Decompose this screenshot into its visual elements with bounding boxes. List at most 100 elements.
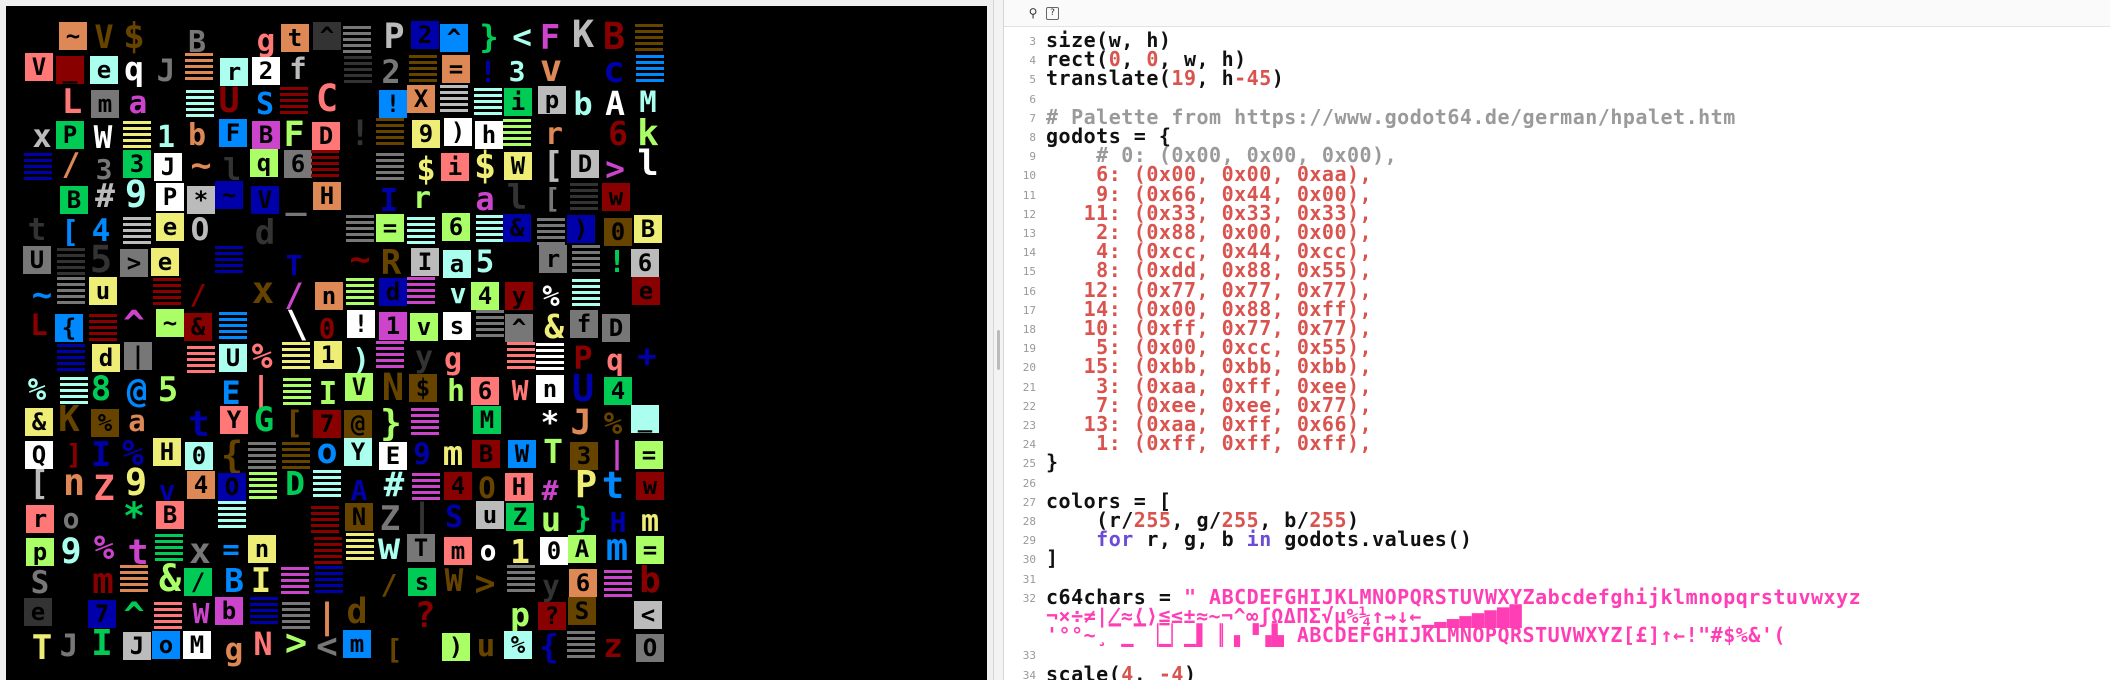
mosaic-stripe	[635, 48, 663, 51]
splitter-grip[interactable]	[997, 330, 1000, 370]
help-icon[interactable]: ?	[1046, 7, 1059, 20]
mosaic-glyph: B	[224, 561, 244, 600]
pane-splitter[interactable]	[993, 0, 1004, 680]
mosaic-stripe	[567, 643, 595, 646]
mosaic-stripe	[440, 85, 468, 88]
mosaic-stripe	[536, 349, 564, 352]
mosaic-glyph: O	[191, 212, 210, 248]
mosaic-glyph: o	[63, 502, 80, 535]
mosaic-glyph: o	[316, 432, 337, 472]
line-number-gutter: 3 4 5 6 7 8 9 10 11 12 13 14 15 16 17 18 19 20 21 22 23 24 25 2…	[1004, 26, 1042, 682]
render-canvas[interactable]: ~ V $ Bg t ^ P 2 ^} < F K B V _ e q Jr 2 f 2 =! 3 v c Lm a U S C! Xi p b…	[6, 6, 987, 680]
mosaic-stripe	[249, 496, 277, 499]
mosaic-stripe	[219, 336, 247, 339]
mosaic-glyph: g	[225, 632, 244, 668]
mosaic-stripe	[281, 591, 309, 594]
mosaic-stripe	[376, 177, 404, 180]
mosaic-stripe	[376, 124, 404, 127]
line-number: 26	[1022, 476, 1036, 490]
mosaic-glyph: x	[32, 117, 51, 155]
mosaic-glyph: 5	[90, 238, 112, 281]
mosaic-glyph: @	[351, 410, 365, 438]
mosaic-stripe	[219, 324, 247, 327]
mosaic-glyph: h	[447, 374, 465, 409]
mosaic-glyph: W	[94, 120, 113, 156]
mosaic-stripe	[636, 55, 664, 58]
mosaic-stripe	[346, 296, 374, 299]
mosaic-glyph: z	[603, 626, 623, 665]
mosaic-stripe	[315, 572, 343, 575]
mosaic-stripe	[60, 389, 88, 392]
mosaic-stripe	[536, 367, 564, 370]
mosaic-glyph: u	[477, 628, 496, 664]
mosaic-glyph: !	[608, 245, 626, 280]
mosaic-glyph: d	[255, 213, 275, 253]
mosaic-glyph: L	[30, 308, 47, 342]
mosaic-glyph: Z	[93, 469, 114, 509]
mosaic-stripe	[344, 56, 372, 59]
mosaic-stripe	[572, 257, 600, 260]
mosaic-stripe	[57, 248, 85, 251]
mosaic-stripe	[123, 223, 151, 226]
mosaic-glyph: ~	[222, 181, 236, 209]
mosaic-glyph: |	[411, 497, 432, 537]
mosaic-stripe	[507, 354, 535, 357]
mosaic-glyph: F	[226, 119, 240, 147]
mosaic-stripe	[282, 342, 310, 345]
mosaic-glyph: ~	[349, 240, 370, 280]
mosaic-stripe	[346, 539, 374, 542]
mosaic-stripe	[185, 65, 213, 68]
mosaic-stripe	[185, 53, 213, 56]
code-token: -45	[1234, 66, 1272, 91]
mosaic-stripe	[24, 159, 52, 162]
mosaic-glyph: ^	[512, 314, 526, 342]
mosaic-stripe	[507, 583, 535, 586]
mosaic-glyph: I	[91, 623, 113, 664]
mosaic-stripe	[123, 235, 151, 238]
mosaic-glyph: A	[575, 535, 590, 563]
mosaic-stripe	[636, 79, 664, 82]
mosaic-glyph: }	[380, 403, 402, 444]
mosaic-glyph: n	[322, 282, 336, 310]
mosaic-glyph: &	[159, 557, 182, 600]
mosaic-glyph: 6	[608, 114, 628, 153]
mosaic-stripe	[311, 162, 339, 165]
mosaic-glyph: d	[386, 278, 400, 306]
mosaic-stripe	[636, 73, 664, 76]
mosaic-stripe	[344, 74, 372, 77]
code-line: scale(4, -4)	[1046, 664, 1197, 680]
mosaic-stripe	[282, 348, 310, 351]
mosaic-stripe	[503, 125, 531, 128]
mosaic-glyph: _	[638, 405, 653, 433]
mosaic-glyph: B	[163, 501, 177, 529]
mosaic-stripe	[344, 68, 372, 71]
mosaic-glyph: m	[98, 90, 112, 118]
mosaic-glyph: p	[33, 538, 47, 566]
mosaic-glyph: {	[62, 314, 76, 342]
magnifier-icon[interactable]: ⚲	[1026, 6, 1040, 20]
mosaic-glyph: B	[641, 215, 655, 243]
mosaic-stripe	[411, 432, 439, 435]
code-editor[interactable]: ⚲ ? 3 4 5 6 7 8 9 10 11 12 13 14 15 16 17 18 19 20 21 22 23 2…	[1004, 0, 2110, 682]
code-area[interactable]: size(w, h) rect(0, 0, w, h) translate(19, …	[1046, 26, 2110, 680]
mosaic-glyph: J	[161, 153, 175, 181]
mosaic-glyph: d	[99, 344, 113, 372]
mosaic-stripe	[249, 478, 277, 481]
mosaic-stripe	[281, 567, 309, 570]
mosaic-stripe	[537, 218, 565, 221]
mosaic-stripe	[411, 414, 439, 417]
mosaic-stripe	[250, 609, 278, 612]
line-number: 33	[1022, 649, 1036, 663]
mosaic-glyph: &	[191, 313, 206, 341]
mosaic-stripe	[409, 55, 437, 58]
mosaic-stripe	[476, 233, 504, 236]
mosaic-glyph: 1	[386, 312, 400, 340]
mosaic-stripe	[215, 252, 243, 255]
line-number: 14	[1022, 246, 1036, 260]
mosaic-stripe	[187, 364, 215, 367]
mosaic-stripe	[376, 118, 404, 121]
mosaic-glyph: o	[159, 631, 173, 659]
mosaic-stripe	[123, 145, 151, 148]
mosaic-glyph: %	[98, 409, 113, 437]
line-number: 20	[1022, 361, 1036, 375]
